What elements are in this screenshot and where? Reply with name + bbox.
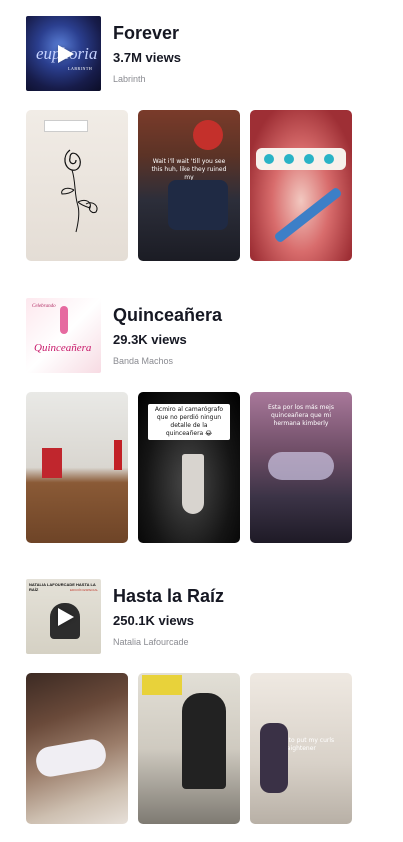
cover-subtitle: LABRINTH	[68, 66, 93, 71]
video-caption: Wait i'll wait 'till you see this huh, l…	[151, 158, 227, 181]
video-thumbnail[interactable]	[26, 110, 128, 261]
sound-row[interactable]: Celebrando Quinceañera Quinceañera 29.3K…	[26, 298, 366, 374]
figure	[182, 693, 226, 789]
video-thumbnail[interactable]	[26, 392, 128, 543]
video-grid: Acmiro al camarógrafo que no perdió ning…	[26, 392, 366, 543]
sound-title[interactable]: Hasta la Raíz	[113, 585, 224, 607]
video-thumbnail[interactable]	[250, 110, 352, 261]
sound-row[interactable]: euphoria LABRINTH Forever 3.7M views Lab…	[26, 16, 366, 92]
figure	[182, 454, 204, 514]
cover-subtitle: EDICIÓN ESPECIAL	[70, 588, 99, 592]
video-thumbnail[interactable]: Esta por los más mejs quinceañera que mi…	[250, 392, 352, 543]
play-icon[interactable]	[57, 44, 74, 63]
bracket	[304, 154, 314, 164]
figure	[42, 448, 62, 478]
bracket	[264, 154, 274, 164]
artist-name[interactable]: Banda Machos	[113, 355, 222, 367]
rose-drawing	[61, 149, 98, 233]
figure	[60, 306, 68, 334]
view-count: 3.7M views	[113, 50, 181, 65]
sound-cover[interactable]: euphoria LABRINTH	[26, 16, 101, 91]
video-grid: Wait i'll wait 'till you see this huh, l…	[26, 110, 366, 261]
bracket	[284, 154, 294, 164]
sound-cover[interactable]: NATALIA LAFOURCADE HASTA LA RAÍZ EDICIÓN…	[26, 579, 101, 654]
figure	[114, 440, 122, 470]
video-thumbnail[interactable]: Wait i'll wait 'till you see this huh, l…	[138, 110, 240, 261]
play-icon[interactable]	[57, 607, 74, 626]
video-caption: Acmiro al camarógrafo que no perdió ning…	[148, 404, 230, 440]
figure	[168, 180, 228, 230]
cover-title: Quinceañera	[34, 342, 92, 354]
sound-title[interactable]: Forever	[113, 22, 181, 44]
video-grid: me: tries to put my curls into a straigh…	[26, 673, 366, 824]
figure	[260, 723, 288, 793]
figure	[193, 120, 223, 150]
video-thumbnail[interactable]: me: tries to put my curls into a straigh…	[250, 673, 352, 824]
sound-cover[interactable]: Celebrando Quinceañera	[26, 298, 101, 373]
decor	[268, 452, 334, 480]
banner	[142, 675, 182, 695]
view-count: 29.3K views	[113, 332, 187, 347]
view-count: 250.1K views	[113, 613, 194, 628]
video-thumbnail[interactable]	[138, 673, 240, 824]
bracket	[324, 154, 334, 164]
sound-section-quinceanera: Celebrando Quinceañera Quinceañera 29.3K…	[26, 298, 366, 543]
video-thumbnail[interactable]: Acmiro al camarógrafo que no perdió ning…	[138, 392, 240, 543]
video-thumbnail[interactable]	[26, 673, 128, 824]
sound-title[interactable]: Quinceañera	[113, 304, 222, 326]
artist-name[interactable]: Natalia Lafourcade	[113, 636, 224, 648]
sound-section-forever: euphoria LABRINTH Forever 3.7M views Lab…	[26, 16, 366, 261]
sound-row[interactable]: NATALIA LAFOURCADE HASTA LA RAÍZ EDICIÓN…	[26, 579, 366, 655]
artist-name[interactable]: Labrinth	[113, 73, 181, 85]
sound-section-hasta-la-raiz: NATALIA LAFOURCADE HASTA LA RAÍZ EDICIÓN…	[26, 579, 366, 824]
syringe	[273, 186, 343, 244]
video-caption: Esta por los más mejs quinceañera que mi…	[268, 404, 334, 427]
figure	[33, 737, 109, 779]
cover-subtitle: Celebrando	[32, 304, 56, 309]
